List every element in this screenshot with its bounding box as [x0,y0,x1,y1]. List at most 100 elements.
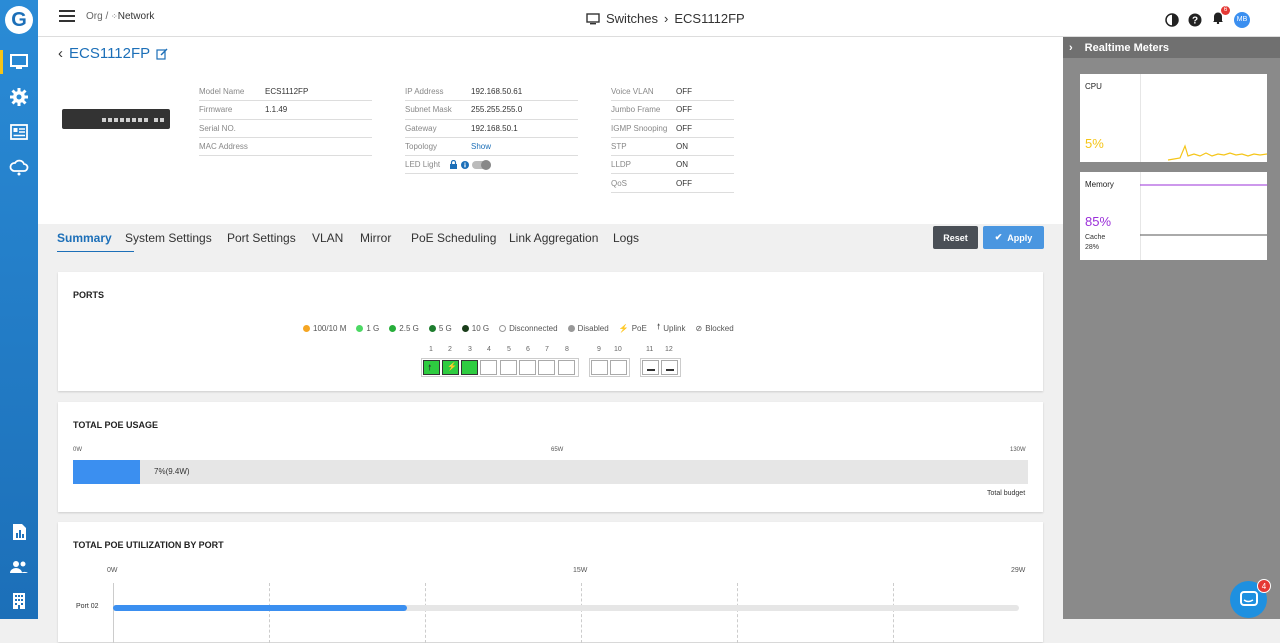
info-key: QoS [611,178,628,188]
monitor-icon[interactable] [9,52,29,72]
port-8[interactable] [558,360,575,375]
grid-line [425,583,426,643]
tab-logs[interactable]: Logs [613,231,639,245]
legend-dot [461,324,469,332]
info-row: Gateway 192.168.50.1 [405,120,578,138]
port-number: 9 [597,346,601,353]
legend-label: PoE [631,323,647,333]
page-title-section[interactable]: Switches [606,11,658,26]
main-content: ‹ ECS1112FP Model Name ECS1112FP Firmware… [38,37,1063,643]
lightning-icon: ⚡ [447,362,457,371]
legend-dot [356,324,364,332]
notification-badge: 6 [1221,6,1230,15]
device-header: ‹ ECS1112FP [58,45,168,62]
tab-vlan[interactable]: VLAN [312,231,343,245]
port-6[interactable] [519,360,536,375]
chevron-right-icon[interactable]: › [1069,42,1073,54]
tab-poe-scheduling[interactable]: PoE Scheduling [411,231,496,245]
lock-icon [450,160,457,170]
port-11[interactable] [642,360,659,375]
info-key: MAC Address [199,142,248,152]
monitor-icon [586,12,600,24]
port-number: 4 [487,346,491,353]
legend-dot [567,324,575,332]
legend-item: 100/10 M [303,324,346,333]
info-row: Jumbo Frame OFF [611,101,734,120]
menu-icon[interactable] [59,10,75,22]
legend-label: 10 G [471,323,490,333]
legend-item: Disabled [567,323,609,333]
users-icon[interactable] [9,557,29,577]
info-key: LED Light [405,160,441,170]
breadcrumb-org[interactable]: Org / [86,11,108,22]
poe-usage-value: 7%(9.4W) [154,467,190,476]
port-2[interactable]: ⚡ [442,360,459,375]
port-7[interactable] [538,360,555,375]
info-key: Gateway [405,123,437,133]
topology-show-link[interactable]: Show [471,142,491,151]
cpu-label: CPU [1085,82,1102,91]
tab-mirror[interactable]: Mirror [360,231,391,245]
building-icon[interactable] [9,591,29,611]
notifications[interactable]: 6 [1211,6,1230,29]
ports-legend: 100/10 M 1 G 2.5 G 5 G 10 G Disconnected… [303,321,734,335]
info-key: Model Name [199,87,245,97]
legend-label: 1 G [366,323,380,333]
cpu-value: 5% [1085,136,1104,151]
reset-button[interactable]: Reset [933,226,978,249]
theme-toggle-icon[interactable] [1165,12,1179,27]
back-icon[interactable]: ‹ [58,45,63,62]
info-row: LLDP ON [611,156,734,175]
scale-min: 0W [107,567,118,574]
port-3[interactable] [461,360,478,375]
help-icon[interactable]: ? [1188,13,1202,27]
breadcrumb: Org / ⁘Network [86,11,154,22]
info-row: Firmware 1.1.49 [199,101,372,120]
tab-link-aggregation[interactable]: Link Aggregation [509,231,598,245]
list-icon[interactable] [9,122,29,142]
legend-item: 5 G [428,324,452,333]
info-key: IGMP Snooping [611,123,668,133]
info-icon[interactable] [461,160,469,169]
tab-system-settings[interactable]: System Settings [125,231,212,245]
info-value: OFF [676,178,692,188]
cloud-network-icon[interactable] [9,157,29,177]
legend-item: 10 G [461,323,490,333]
port-10[interactable] [610,360,627,375]
port-5[interactable] [500,360,517,375]
page-title: Switches › ECS1112FP [586,11,745,26]
legend-label: Disconnected [509,323,558,333]
info-value: ON [676,142,688,152]
breadcrumb-network[interactable]: Network [118,11,155,22]
info-key: Serial NO. [199,123,236,133]
info-key: IP Address [405,87,444,97]
apply-button[interactable]: ✔ Apply [983,226,1044,249]
port-12[interactable] [661,360,678,375]
port-9[interactable] [591,360,608,375]
edit-icon[interactable] [156,48,168,60]
legend-item: Disconnected [499,323,558,333]
avatar[interactable]: MB [1234,11,1250,28]
report-icon[interactable] [9,522,29,542]
info-key: Topology [405,142,438,152]
info-key: Firmware [199,105,233,115]
port-1[interactable]: 🠕 [423,360,440,375]
tab-summary[interactable]: Summary [57,231,112,245]
realtime-header: › Realtime Meters [1063,37,1280,58]
total-budget-label: Total budget [987,490,1026,497]
port-4[interactable] [480,360,497,375]
info-value: ECS1112FP [265,87,309,97]
poe-port-card: TOTAL POE UTILIZATION BY PORT 0W 15W 29W… [58,522,1043,643]
port-number: 2 [448,346,452,353]
gear-icon[interactable] [9,87,29,107]
scale-mid: 65W [551,447,564,453]
app-logo[interactable]: G [5,6,33,34]
legend-label: Disabled [577,323,609,333]
memory-sparkline [1140,172,1267,260]
led-toggle[interactable] [472,159,491,170]
info-value: ON [676,160,688,170]
top-icons: ? 6 MB [1165,6,1250,29]
tab-port-settings[interactable]: Port Settings [227,231,296,245]
scale-max: 130W [1010,447,1026,453]
memory-meter: Memory 85% Cache 28% [1080,172,1267,260]
